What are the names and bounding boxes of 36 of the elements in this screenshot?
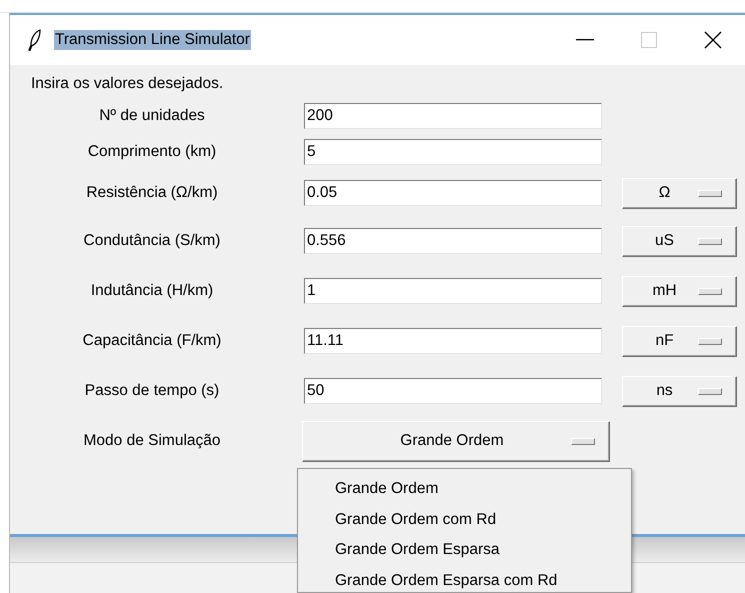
menu-item[interactable]: Grande Ordem Esparsa xyxy=(298,535,631,566)
menu-item[interactable]: Grande Ordem com Rd xyxy=(298,504,631,535)
unit-dropdown[interactable]: ns xyxy=(622,376,737,406)
indicator-icon xyxy=(698,338,722,344)
field-label: Comprimento (km) xyxy=(88,143,216,161)
input-field[interactable]: 0.556 xyxy=(304,228,602,254)
maximize-icon xyxy=(641,32,657,48)
input-field[interactable]: 5 xyxy=(304,139,602,165)
indicator-icon xyxy=(571,438,595,444)
indicator-icon xyxy=(698,388,722,394)
unit-dropdown[interactable]: nF xyxy=(622,326,737,356)
input-field[interactable]: 1 xyxy=(304,278,602,304)
unit-dropdown[interactable]: mH xyxy=(622,276,737,306)
input-field[interactable]: 50 xyxy=(304,378,602,404)
field-label: Indutância (H/km) xyxy=(90,282,214,300)
indicator-icon xyxy=(698,190,722,196)
feather-icon xyxy=(28,29,42,51)
field-label: Resistência (Ω/km) xyxy=(86,184,218,202)
indicator-icon xyxy=(698,238,722,244)
unit-dropdown[interactable]: Ω xyxy=(622,178,737,208)
window-title: Transmission Line Simulator xyxy=(54,30,251,50)
menu-item[interactable]: Grande Ordem xyxy=(298,474,631,504)
indicator-icon xyxy=(698,288,722,294)
field-label: Nº de unidades xyxy=(99,107,205,125)
field-label: Capacitância (F/km) xyxy=(82,332,222,350)
input-field[interactable]: 0.05 xyxy=(304,180,602,206)
field-label: Modo de Simulação xyxy=(84,432,220,450)
mode-dropdown[interactable]: Grande Ordem xyxy=(302,420,610,462)
field-label: Condutância (S/km) xyxy=(84,232,220,250)
minimize-icon xyxy=(576,39,594,41)
unit-dropdown[interactable]: uS xyxy=(622,226,737,256)
input-field[interactable]: 11.11 xyxy=(304,328,602,354)
input-field[interactable]: 200 xyxy=(304,103,602,129)
instruction-text: Insira os valores desejados. xyxy=(30,74,224,94)
field-label: Passo de tempo (s) xyxy=(84,382,220,400)
close-icon xyxy=(704,31,722,49)
